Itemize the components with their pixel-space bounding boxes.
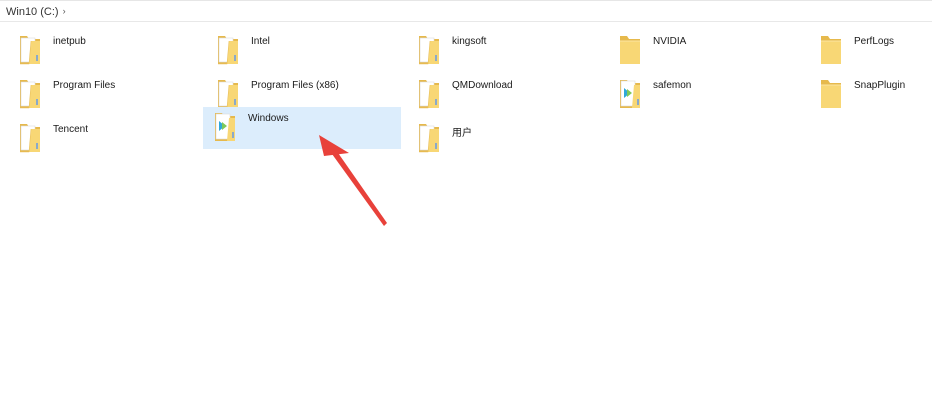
folder-label: NVIDIA [653,36,687,47]
folder-icon [215,77,241,111]
folder-icon [17,77,43,111]
folder-item[interactable]: 用户 [407,118,605,160]
folder-icon [17,121,43,155]
folder-icon [818,77,844,111]
folder-label: safemon [653,80,692,91]
folder-label: Program Files (x86) [251,80,339,91]
folder-label: inetpub [53,36,86,47]
folder-item[interactable]: kingsoft [407,30,605,72]
folder-label: Program Files [53,80,116,91]
folder-item[interactable]: SnapPlugin [809,74,932,116]
folder-grid: inetpub Intel kingsoft NVIDIA PerfLogs Progra… [0,0,932,401]
folder-item[interactable]: inetpub [8,30,206,72]
folder-label: Intel [251,36,270,47]
folder-icon [416,33,442,67]
folder-item[interactable]: Windows [203,107,401,149]
folder-item[interactable]: Program Files [8,74,206,116]
folder-label: SnapPlugin [854,80,906,91]
folder-icon [818,33,844,67]
folder-icon [416,121,442,155]
folder-icon [617,33,643,67]
folder-item[interactable]: Intel [206,30,404,72]
folder-label: QMDownload [452,80,513,91]
folder-icon [17,33,43,67]
folder-item[interactable]: PerfLogs [809,30,932,72]
windows-folder-icon [212,110,238,144]
folder-icon [215,33,241,67]
folder-label: 用户 [452,128,472,139]
folder-item[interactable]: Tencent [8,118,206,160]
app-folder-icon [617,77,643,111]
folder-item[interactable]: NVIDIA [608,30,806,72]
folder-icon [416,77,442,111]
folder-label: Tencent [53,124,89,135]
folder-label: kingsoft [452,36,487,47]
folder-label: PerfLogs [854,36,895,47]
folder-item[interactable]: safemon [608,74,806,116]
folder-item[interactable]: QMDownload [407,74,605,116]
folder-label: Windows [248,113,289,124]
